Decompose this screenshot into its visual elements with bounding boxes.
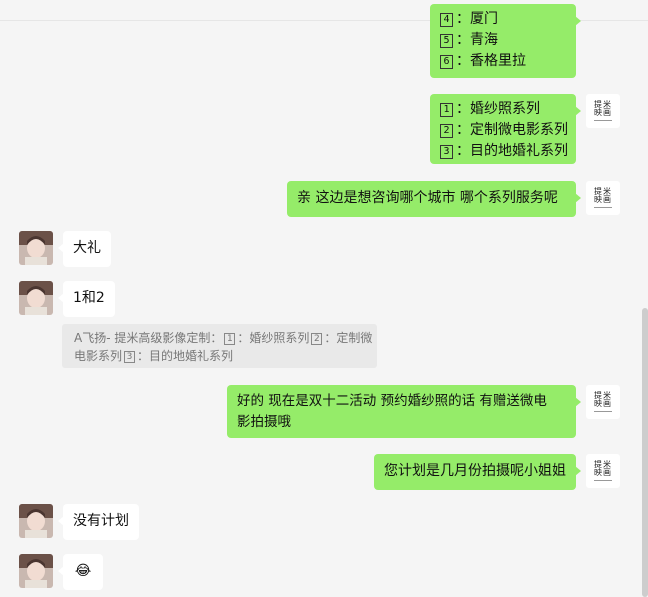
list-item: 2 ：定制微电影系列 — [440, 120, 568, 141]
message-bubble[interactable]: 没有计划 — [58, 504, 139, 540]
list-item: 1 ：婚纱照系列 — [440, 99, 566, 120]
scrollbar[interactable] — [642, 308, 648, 597]
number-badge: 4 — [440, 13, 453, 27]
message-bubble[interactable]: 1和2 — [58, 281, 115, 317]
number-badge: 2 — [311, 333, 323, 345]
user-avatar[interactable] — [19, 554, 53, 588]
user-avatar[interactable] — [19, 281, 53, 315]
message-bubble[interactable]: 大礼 — [58, 231, 111, 267]
user-avatar[interactable] — [19, 504, 53, 538]
user-avatar-image — [19, 504, 53, 538]
list-item: 4 ：厦门 — [440, 9, 566, 30]
number-badge: 5 — [440, 34, 453, 48]
brand-avatar[interactable]: 提米 映画 — [586, 385, 620, 419]
number-badge: 3 — [124, 351, 136, 363]
user-avatar-image — [19, 281, 53, 315]
brand-logo: 提米 映画 — [586, 454, 620, 481]
brand-logo: 提米 映画 — [586, 94, 620, 121]
message-bubble[interactable]: 亲 这边是想咨询哪个城市 哪个系列服务呢 — [287, 181, 581, 217]
message-bubble-emoji[interactable]: 😂 — [58, 554, 103, 590]
message-bubble[interactable]: 好的 现在是双十二活动 预约婚纱照的话 有赠送微电 影拍摄哦 — [227, 385, 581, 438]
user-avatar[interactable] — [19, 231, 53, 265]
brand-logo: 提米 映画 — [586, 181, 620, 208]
number-badge: 6 — [440, 55, 453, 69]
user-avatar-image — [19, 554, 53, 588]
user-avatar-image — [19, 231, 53, 265]
quoted-message[interactable]: A飞扬- 提米高级影像定制： 1 ：婚纱照系列 2 ：定制微 电影系列 3 ：目的地婚礼系列 — [62, 324, 377, 368]
message-bubble-series-list[interactable]: 1 ：婚纱照系列 2 ：定制微电影系列 3 ：目的地婚礼系列 — [430, 94, 581, 164]
number-badge: 1 — [440, 103, 453, 117]
message-bubble-city-list[interactable]: 4 ：厦门 5 ：青海 6 ：香格里拉 — [430, 4, 581, 78]
brand-avatar[interactable]: 提米 映画 — [586, 454, 620, 488]
brand-logo: 提米 映画 — [586, 385, 620, 412]
list-item: 3 ：目的地婚礼系列 — [440, 141, 568, 162]
list-item: 5 ：青海 — [440, 30, 566, 51]
list-item: 6 ：香格里拉 — [440, 51, 566, 72]
number-badge: 1 — [224, 333, 236, 345]
brand-avatar[interactable]: 提米 映画 — [586, 181, 620, 215]
number-badge: 3 — [440, 145, 453, 159]
number-badge: 2 — [440, 124, 453, 138]
message-bubble[interactable]: 您计划是几月份拍摄呢小姐姐 — [374, 454, 581, 490]
brand-avatar[interactable]: 提米 映画 — [586, 94, 620, 128]
laughing-tears-emoji-icon: 😂 — [74, 563, 92, 579]
